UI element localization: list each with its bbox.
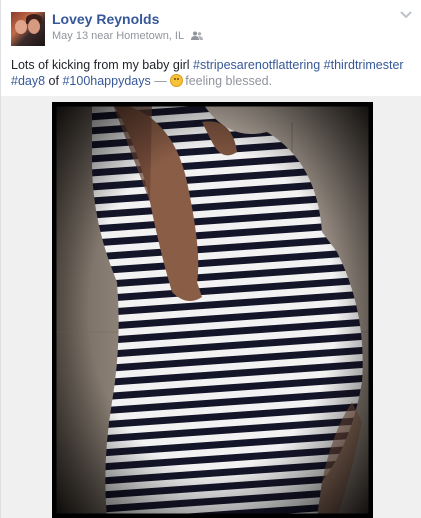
hashtag-link[interactable]: #stripesarenotflattering <box>193 58 320 72</box>
hashtag-link[interactable]: #thirdtrimester <box>324 58 404 72</box>
post-meta: May 13 near Hometown, IL <box>52 30 203 42</box>
of-text: of <box>48 74 59 88</box>
dash: — <box>154 74 167 88</box>
post-date[interactable]: May 13 <box>52 30 88 42</box>
post-card: Lovey Reynolds May 13 near Hometown, IL … <box>0 0 421 518</box>
feeling-text[interactable]: feeling blessed. <box>185 74 272 88</box>
author-avatar[interactable] <box>11 12 45 46</box>
chevron-down-icon[interactable] <box>399 10 413 20</box>
photo-image <box>52 102 373 518</box>
hashtag-link[interactable]: #100happydays <box>62 74 150 88</box>
post-intro: Lots of kicking from my baby girl <box>11 58 190 72</box>
post-photo[interactable] <box>52 102 373 518</box>
author-name[interactable]: Lovey Reynolds <box>52 11 159 27</box>
friends-icon[interactable] <box>190 31 203 40</box>
location-prefix: near <box>91 30 114 42</box>
smiling-emoji-icon <box>170 74 184 87</box>
hashtag-link[interactable]: #day8 <box>11 74 45 88</box>
post-location[interactable]: Hometown, IL <box>116 30 183 42</box>
photo-container <box>1 96 421 518</box>
post-text: Lots of kicking from my baby girl #strip… <box>11 57 411 89</box>
